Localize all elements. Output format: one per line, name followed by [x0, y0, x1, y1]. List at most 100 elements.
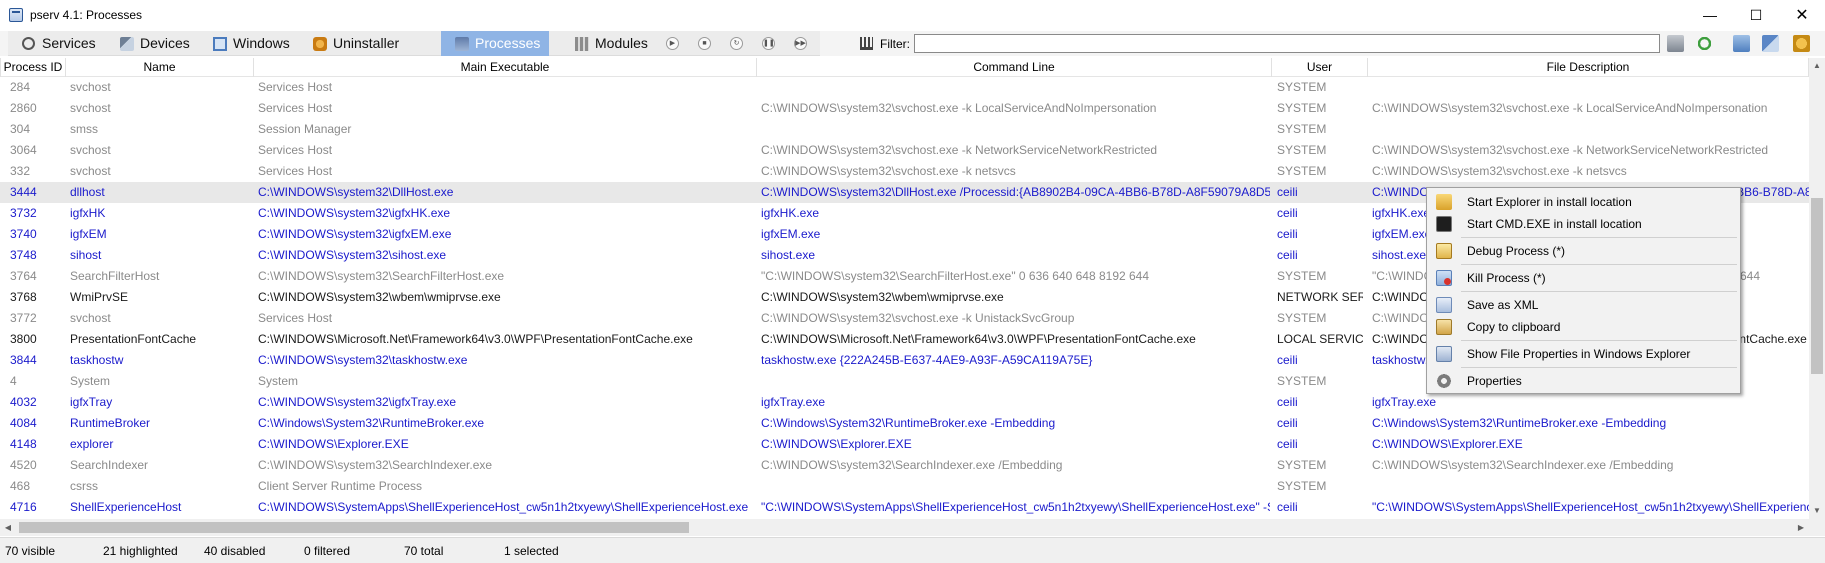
column-header-file-description[interactable]: File Description [1368, 58, 1809, 77]
save-icon[interactable] [1733, 35, 1750, 52]
cell-main-executable: C:\WINDOWS\system32\wbem\wmiprvse.exe [258, 290, 501, 304]
horizontal-scrollbar[interactable]: ◀ ▶ [0, 519, 1809, 536]
cell-process-id: 4 [10, 374, 17, 388]
cell-command-line: C:\WINDOWS\system32\DllHost.exe /Process… [761, 185, 1270, 199]
table-row[interactable]: 3064 svchost Services Host C:\WINDOWS\syste… [0, 140, 1809, 161]
cell-file-description [1370, 476, 1809, 497]
about-icon[interactable] [1793, 35, 1810, 52]
scroll-right-arrow-icon[interactable]: ▶ [1793, 519, 1809, 536]
cell-process-id: 3772 [10, 311, 37, 325]
status-filtered: 0 filtered [304, 544, 351, 558]
table-row[interactable]: 4148 explorer C:\WINDOWS\Explorer.EXE C:\WI… [0, 434, 1809, 455]
restart-icon[interactable]: ↻ [730, 37, 743, 50]
scroll-left-arrow-icon[interactable]: ◀ [0, 519, 16, 536]
cell-user: SYSTEM [1277, 80, 1327, 94]
maximize-button[interactable]: ☐ [1733, 0, 1779, 31]
filter-icon [860, 37, 873, 50]
tab-processes[interactable]: Processes [441, 31, 549, 56]
menu-item-show-file-properties[interactable]: Show File Properties in Windows Explorer [1430, 343, 1737, 365]
cell-file-description: "C:\WINDOWS\SystemApps\ShellExperienceHo… [1372, 500, 1809, 514]
cell-user: ceili [1277, 395, 1298, 409]
cell-user: SYSTEM [1277, 458, 1327, 472]
tab-label: Windows [233, 35, 290, 51]
stop-icon[interactable]: ■ [698, 37, 711, 50]
cell-main-executable: C:\WINDOWS\Explorer.EXE [258, 437, 409, 451]
context-menu: Start Explorer in install location Start… [1426, 187, 1741, 394]
cell-process-id: 304 [10, 122, 31, 136]
horizontal-scroll-thumb[interactable] [19, 522, 689, 533]
vertical-scrollbar[interactable]: ▲ ▼ [1809, 58, 1825, 519]
tab-services[interactable]: Services [8, 31, 106, 56]
cell-command-line: "C:\WINDOWS\system32\SearchFilterHost.ex… [761, 269, 1150, 283]
connect-icon[interactable] [1762, 35, 1779, 52]
table-row[interactable]: 284 svchost Services Host SYSTEM [0, 77, 1809, 98]
cell-process-id: 4084 [10, 416, 37, 430]
play-icon[interactable]: ▶ [666, 37, 679, 50]
vertical-scroll-thumb[interactable] [1811, 198, 1823, 374]
cell-process-id: 4716 [10, 500, 37, 514]
cell-main-executable: Client Server Runtime Process [258, 479, 423, 493]
cell-user: ceili [1277, 416, 1298, 430]
menu-separator [1461, 291, 1737, 292]
column-header-name[interactable]: Name [66, 58, 254, 77]
menu-item-start-explorer[interactable]: Start Explorer in install location [1430, 191, 1737, 213]
column-header-user[interactable]: User [1272, 58, 1368, 77]
cell-user: ceili [1277, 206, 1298, 220]
cell-main-executable: System [258, 374, 299, 388]
close-button[interactable]: ✕ [1779, 0, 1825, 31]
app-icon [9, 8, 23, 22]
table-row[interactable]: 304 smss Session Manager SYSTEM [0, 119, 1809, 140]
cell-file-description: C:\WINDOWS\system32\svchost.exe -k Local… [1372, 101, 1768, 115]
cell-name: svchost [70, 164, 111, 178]
menu-item-start-cmd[interactable]: Start CMD.EXE in install location [1430, 213, 1737, 235]
cell-main-executable: C:\WINDOWS\system32\igfxEM.exe [258, 227, 452, 241]
menu-item-kill-process[interactable]: Kill Process (*) [1430, 267, 1737, 289]
table-row[interactable]: 4084 RuntimeBroker C:\Windows\System32\Run… [0, 413, 1809, 434]
tab-windows[interactable]: Windows [199, 31, 299, 56]
cell-process-id: 2860 [10, 101, 37, 115]
menu-separator [1461, 264, 1737, 265]
tab-strip: Services Devices Windows Uninstaller Pro… [8, 31, 820, 56]
tab-devices[interactable]: Devices [106, 31, 199, 56]
table-row[interactable]: 2860 svchost Services Host C:\WINDOWS\syste… [0, 98, 1809, 119]
cell-main-executable: C:\WINDOWS\Microsoft.Net\Framework64\v3.… [258, 332, 693, 346]
cell-command-line: sihost.exe [761, 248, 816, 262]
table-row[interactable]: 4032 igfxTray C:\WINDOWS\system32\igfxTray… [0, 392, 1809, 413]
cell-main-executable: C:\WINDOWS\system32\DllHost.exe [258, 185, 454, 199]
column-header-main-executable[interactable]: Main Executable [254, 58, 757, 77]
cell-main-executable: Services Host [258, 80, 333, 94]
menu-item-debug-process[interactable]: Debug Process (*) [1430, 240, 1737, 262]
cell-user: ceili [1277, 185, 1298, 199]
minimize-button[interactable]: — [1687, 0, 1733, 31]
cell-user: SYSTEM [1277, 311, 1327, 325]
cell-main-executable: C:\WINDOWS\system32\sihost.exe [258, 248, 447, 262]
table-row[interactable]: 4716 ShellExperienceHost C:\WINDOWS\System… [0, 497, 1809, 518]
clipboard-icon [1436, 319, 1452, 335]
scroll-up-arrow-icon[interactable]: ▲ [1809, 58, 1825, 74]
column-header-process-id[interactable]: Process ID [0, 58, 66, 77]
table-row[interactable]: 332 svchost Services Host C:\WINDOWS\system… [0, 161, 1809, 182]
table-row[interactable]: 468 csrss Client Server Runtime Process SYS… [0, 476, 1809, 497]
menu-item-label: Properties [1467, 374, 1522, 388]
continue-icon[interactable]: ▶▶ [794, 37, 807, 50]
cell-user: ceili [1277, 500, 1298, 514]
settings-icon[interactable] [1667, 35, 1684, 52]
table-row[interactable]: 4520 SearchIndexer C:\WINDOWS\system32\Sea… [0, 455, 1809, 476]
pause-icon[interactable]: ❚❚ [762, 37, 775, 50]
menu-item-properties[interactable]: Properties [1430, 370, 1737, 392]
menu-separator [1461, 237, 1737, 238]
column-header-command-line[interactable]: Command Line [757, 58, 1272, 77]
cell-name: SearchFilterHost [70, 269, 160, 283]
scroll-down-arrow-icon[interactable]: ▼ [1809, 503, 1825, 519]
properties-gear-icon [1436, 373, 1452, 389]
tab-uninstaller[interactable]: Uninstaller [299, 31, 410, 56]
tab-modules[interactable]: Modules [561, 31, 663, 56]
menu-item-save-xml[interactable]: Save as XML [1430, 294, 1737, 316]
cell-name: explorer [70, 437, 114, 451]
cell-name: smss [70, 122, 98, 136]
filter-input[interactable] [914, 34, 1660, 53]
refresh-icon[interactable] [1696, 35, 1713, 52]
debug-icon [1436, 243, 1452, 259]
menu-item-copy-clipboard[interactable]: Copy to clipboard [1430, 316, 1737, 338]
cell-name: RuntimeBroker [70, 416, 151, 430]
